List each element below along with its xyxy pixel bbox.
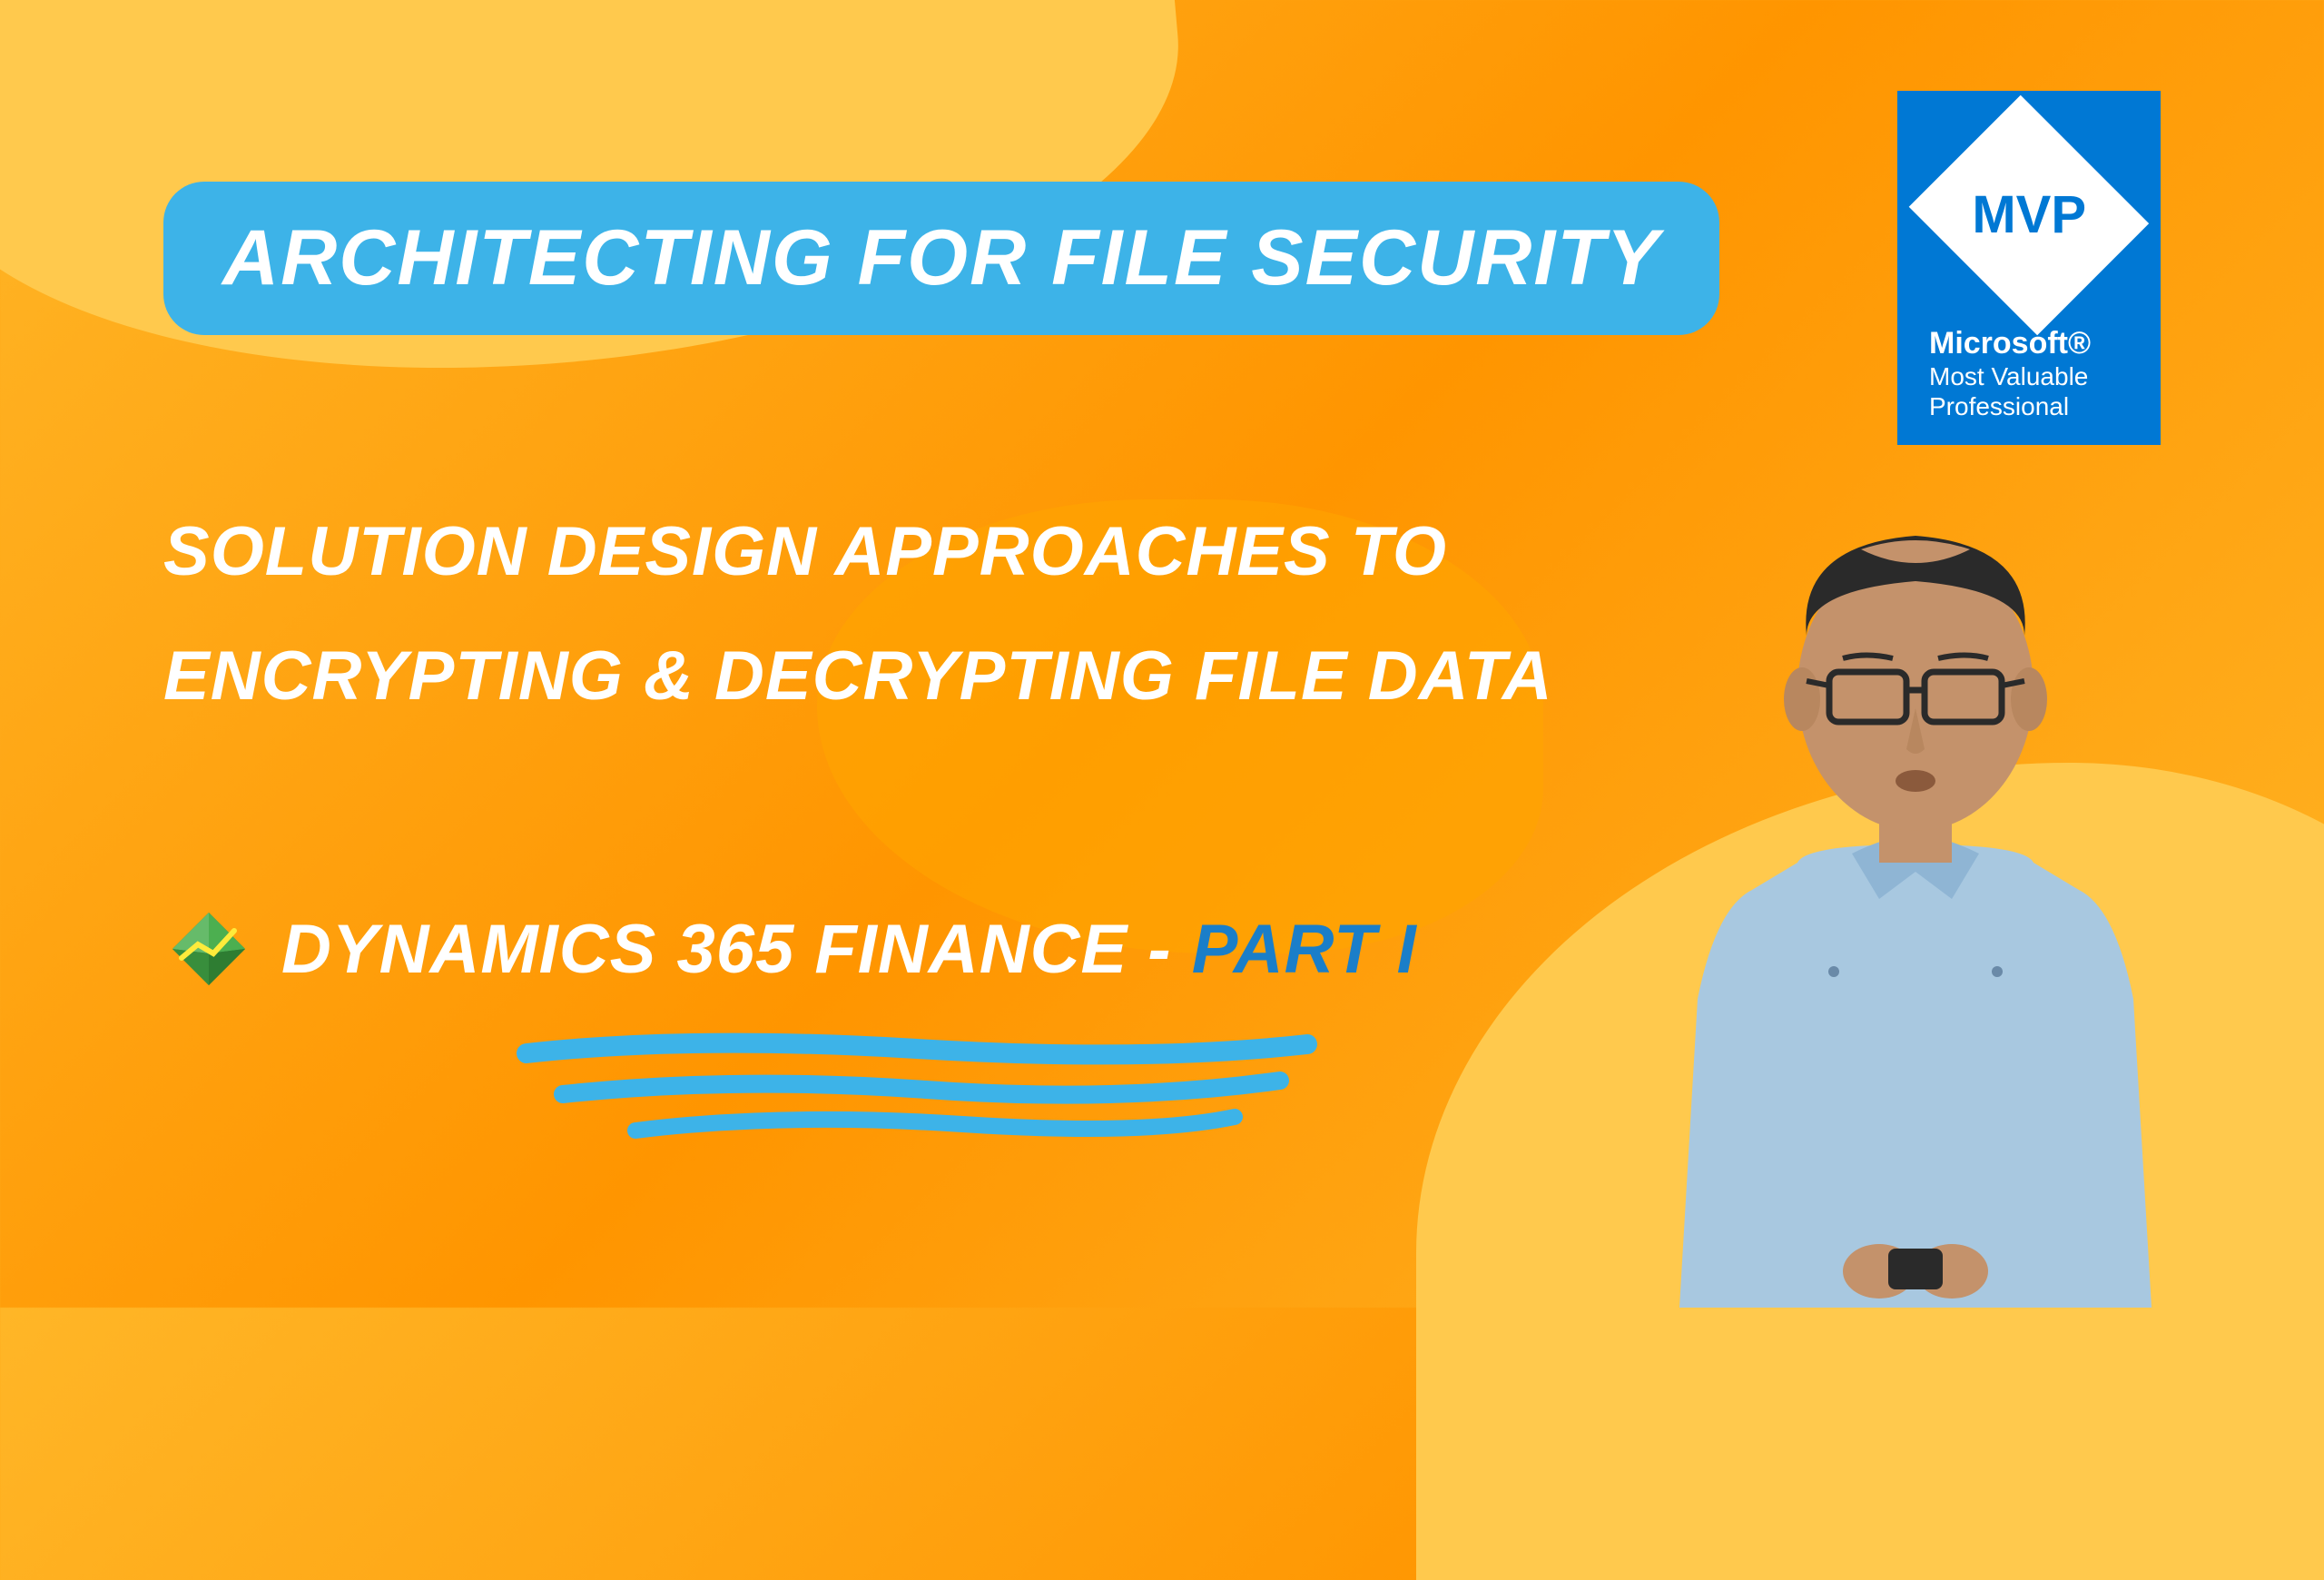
subtitle-line-1: Solution Design Approaches to: [163, 490, 1616, 615]
subtitle-line-2: Encrypting & Decrypting File Data: [163, 615, 1616, 739]
main-title-text: Architecting for File Security: [222, 214, 1660, 301]
mvp-badge: MVP Microsoft® Most Valuable Professiona…: [1897, 91, 2161, 445]
mvp-desc-2: Professional: [1929, 391, 2142, 422]
mvp-diamond-icon: MVP: [1909, 95, 2149, 335]
dynamics-finance-icon: [163, 908, 254, 990]
product-name: Dynamics 365 Finance -: [281, 911, 1192, 988]
subtitle-block: Solution Design Approaches to Encrypting…: [163, 490, 1616, 739]
main-title-badge: Architecting for File Security: [163, 182, 1719, 335]
underline-scribble-icon: [508, 1026, 1325, 1153]
product-text: Dynamics 365 Finance - Part I: [281, 910, 1417, 989]
product-row: Dynamics 365 Finance - Part I: [163, 908, 1417, 990]
part-label: Part I: [1192, 911, 1417, 988]
presenter-photo: [1625, 454, 2206, 1308]
mvp-label-block: Microsoft® Most Valuable Professional: [1915, 326, 2142, 422]
mvp-desc-1: Most Valuable: [1929, 361, 2142, 392]
mvp-abbr: MVP: [1972, 184, 2086, 245]
